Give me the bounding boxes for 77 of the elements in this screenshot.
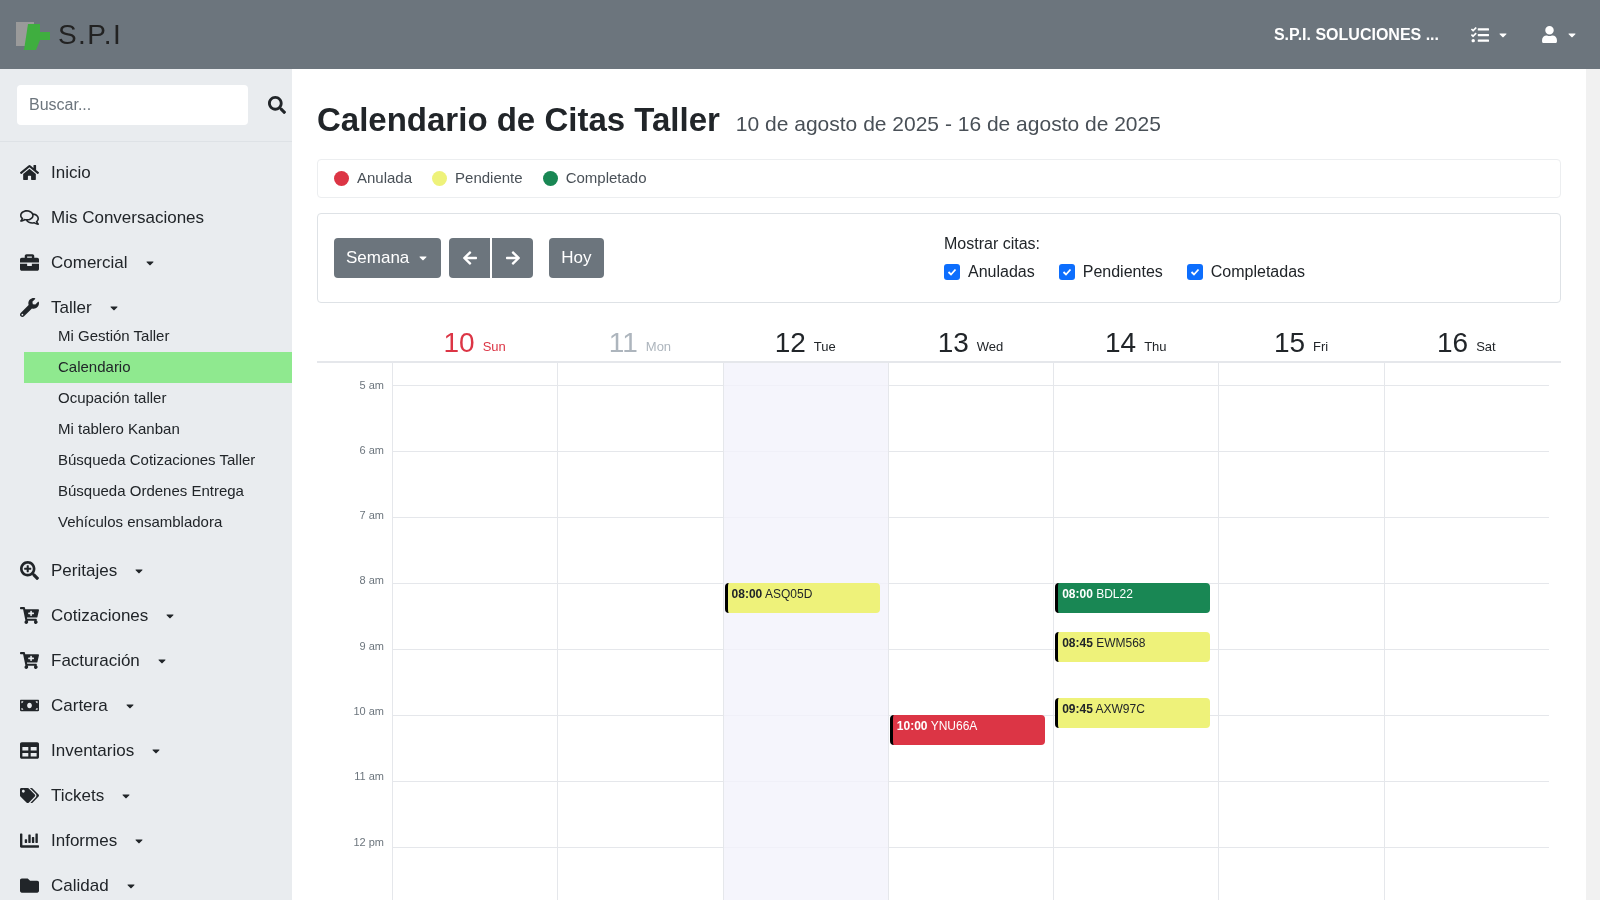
next-button[interactable]: [492, 237, 534, 278]
nav-item[interactable]: Peritajes: [0, 548, 292, 593]
hour-label: 6 am: [359, 442, 384, 457]
nav-subitem[interactable]: Vehículos ensambladora: [24, 507, 292, 538]
cart-icon: [20, 651, 39, 670]
day-header: 16 Sat: [1436, 325, 1497, 360]
table-icon: [20, 741, 39, 760]
checkbox-label: Completadas: [1210, 261, 1306, 282]
nav-item[interactable]: Tickets: [0, 773, 292, 818]
appointment-event[interactable]: 10:00 YNU66A: [889, 714, 1046, 745]
day-header: 10 Sun: [442, 325, 507, 360]
hour-label: 8 am: [359, 573, 384, 588]
previous-button[interactable]: [449, 237, 491, 278]
nav-subitem[interactable]: Calendario: [24, 352, 292, 383]
date-range: 10 de agosto de 2025 - 16 de agosto de 2025: [735, 111, 1161, 137]
wrench-icon: [20, 298, 39, 317]
legend-label: Anulada: [357, 167, 413, 188]
today-button[interactable]: Hoy: [549, 237, 604, 278]
checkbox-label: Anuladas: [968, 261, 1035, 282]
checkbox[interactable]: [1058, 263, 1075, 280]
user-menu[interactable]: [1541, 26, 1578, 43]
nav-item[interactable]: Inicio: [0, 150, 292, 195]
appointment-event[interactable]: 08:00 BDL22: [1055, 582, 1211, 613]
logo-text: S.P.I: [58, 17, 123, 52]
hour-label: 12 pm: [353, 834, 384, 849]
nav-item[interactable]: Facturación: [0, 638, 292, 683]
legend-label: Pendiente: [455, 167, 523, 188]
check-icon: [1061, 266, 1072, 277]
day-header: 14 Thu: [1104, 325, 1168, 360]
page-title: Calendario de Citas Taller: [317, 100, 720, 140]
checkbox[interactable]: [1186, 263, 1203, 280]
nav-item[interactable]: Comercial: [0, 240, 292, 285]
nav-subitem[interactable]: Búsqueda Cotizaciones Taller: [24, 445, 292, 476]
checklist-icon: [1471, 25, 1489, 44]
company-name[interactable]: S.P.I. SOLUCIONES ...: [1273, 22, 1439, 47]
checkbox-label: Pendientes: [1082, 261, 1163, 282]
hour-label: 11 am: [354, 769, 384, 784]
appointment-event[interactable]: 09:45 AXW97C: [1055, 698, 1211, 728]
nav-item[interactable]: Cartera: [0, 683, 292, 728]
cart-icon: [20, 606, 39, 625]
hour-label: 5 am: [359, 377, 384, 392]
day-header: 15 Fri: [1272, 325, 1330, 360]
day-header: 12 Tue: [773, 325, 837, 360]
nav-item[interactable]: Informes: [0, 818, 292, 863]
nav-item[interactable]: Inventarios: [0, 728, 292, 773]
tasks-menu[interactable]: [1471, 25, 1509, 44]
home-icon: [20, 163, 39, 182]
legend-label: Completado: [565, 167, 647, 188]
nav-subitem[interactable]: Búsqueda Ordenes Entrega: [24, 476, 292, 507]
day-header: 13 Wed: [936, 325, 1005, 360]
chat-icon: [20, 208, 39, 227]
hour-label: 10 am: [353, 704, 384, 719]
appointment-event[interactable]: 08:45 EWM568: [1055, 632, 1211, 662]
zoom-icon: [20, 561, 39, 580]
tags-icon: [20, 786, 39, 805]
search-icon[interactable]: [268, 96, 286, 114]
arrow-left-icon: [461, 249, 478, 266]
nav-item[interactable]: Calidad: [0, 863, 292, 900]
user-icon: [1541, 26, 1558, 43]
day-header: 11 Mon: [607, 325, 673, 360]
filter-label: Mostrar citas:: [944, 233, 1041, 254]
nav-subitem[interactable]: Mi tablero Kanban: [24, 414, 292, 445]
nav-subitem[interactable]: Ocupación taller: [24, 383, 292, 414]
checkbox[interactable]: [944, 263, 960, 280]
folder-icon: [20, 876, 39, 895]
arrow-right-icon: [504, 249, 521, 266]
view-dropdown[interactable]: Semana: [334, 237, 442, 278]
hour-label: 9 am: [359, 638, 384, 653]
appointment-event[interactable]: 08:00 ASQ05D: [724, 582, 880, 613]
search-field[interactable]: Buscar...: [17, 85, 248, 125]
check-icon: [947, 266, 957, 277]
bar-chart-icon: [20, 831, 39, 850]
nav-item[interactable]: Cotizaciones: [0, 593, 292, 638]
briefcase-icon: [20, 253, 39, 272]
check-icon: [1189, 266, 1200, 277]
nav-item[interactable]: Mis Conversaciones: [0, 195, 292, 240]
hour-label: 7 am: [359, 508, 384, 523]
